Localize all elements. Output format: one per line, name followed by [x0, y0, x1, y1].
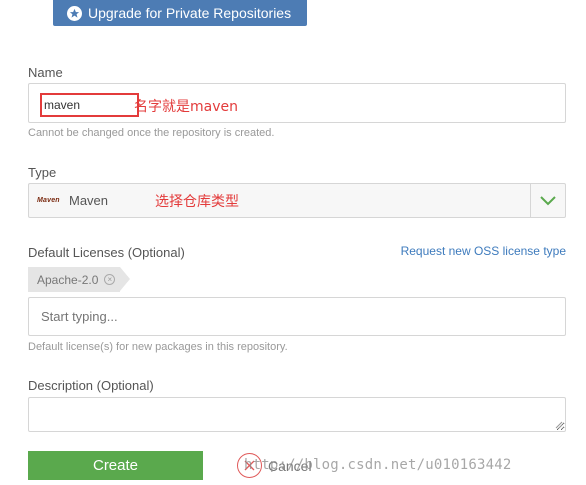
request-license-link[interactable]: Request new OSS license type	[401, 244, 566, 258]
licenses-help-text: Default license(s) for new packages in t…	[28, 341, 288, 353]
name-field[interactable]: maven	[28, 83, 566, 123]
upgrade-label: Upgrade for Private Repositories	[88, 5, 292, 21]
upgrade-button[interactable]: Upgrade for Private Repositories	[53, 0, 307, 26]
name-label: Name	[28, 65, 63, 80]
type-annotation: 选择仓库类型	[155, 194, 239, 210]
license-chip-label: Apache-2.0	[37, 272, 99, 287]
star-icon	[67, 5, 82, 21]
resize-grip-icon[interactable]	[555, 421, 563, 429]
maven-logo: Maven	[37, 197, 60, 204]
license-chip: Apache-2.0 ×	[28, 267, 130, 292]
type-select[interactable]: Maven Maven	[28, 183, 566, 218]
description-field[interactable]	[28, 397, 566, 432]
licenses-label: Default Licenses (Optional)	[28, 245, 185, 260]
type-label: Type	[28, 165, 57, 180]
chevron-down-icon[interactable]	[530, 184, 565, 217]
watermark: http://blog.csdn.net/u010163442	[244, 457, 512, 473]
name-annotation: 名字就是maven	[134, 99, 238, 115]
name-help-text: Cannot be changed once the repository is…	[28, 127, 275, 139]
remove-chip-icon[interactable]: ×	[104, 274, 116, 285]
description-label: Description (Optional)	[28, 378, 154, 393]
name-value: maven	[40, 93, 139, 117]
licenses-input[interactable]	[29, 298, 565, 335]
create-button[interactable]: Create	[28, 451, 203, 480]
type-value: Maven	[69, 193, 109, 208]
licenses-field[interactable]	[28, 297, 566, 336]
description-textarea[interactable]	[29, 398, 565, 431]
